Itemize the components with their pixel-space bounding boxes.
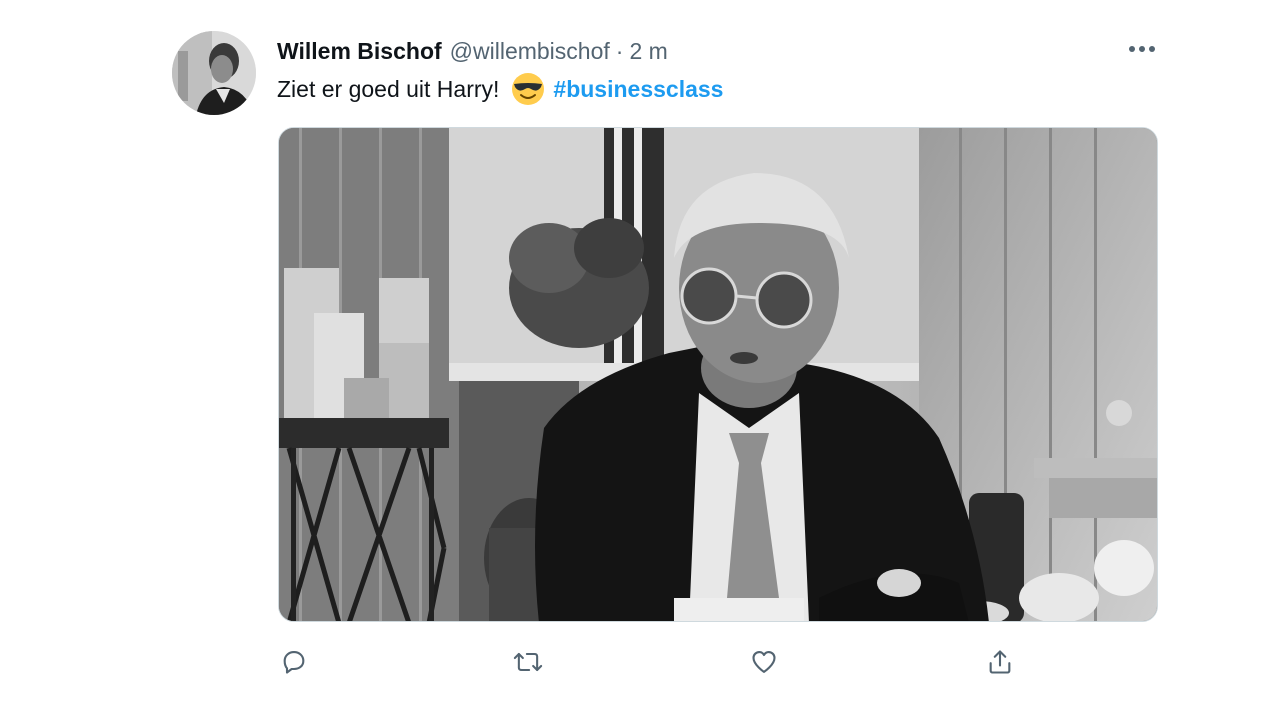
author-name[interactable]: Willem Bischof [277, 38, 442, 65]
more-options-button[interactable] [1122, 36, 1162, 62]
share-button[interactable] [984, 646, 1016, 678]
tweet-actions [278, 646, 1018, 678]
retweet-button[interactable] [512, 646, 544, 678]
like-button[interactable] [748, 646, 780, 678]
author-handle[interactable]: @willembischof [450, 38, 610, 65]
smiling-face-with-sunglasses-emoji-icon [511, 72, 545, 106]
tweet-text-body: Ziet er goed uit Harry! [277, 75, 500, 102]
tweet-header: Willem Bischof @willembischof · 2 m [277, 36, 668, 66]
retweet-icon [513, 652, 543, 672]
avatar[interactable] [172, 31, 256, 115]
heart-icon [752, 651, 776, 673]
reply-button[interactable] [278, 646, 310, 678]
hashtag-link[interactable]: #businessclass [553, 76, 723, 103]
tweet-timestamp[interactable]: 2 m [629, 38, 667, 65]
share-icon [989, 650, 1011, 674]
tweet[interactable]: Willem Bischof @willembischof · 2 m Ziet… [0, 0, 1280, 720]
tweet-photo[interactable] [278, 127, 1158, 622]
reply-icon [283, 651, 305, 674]
photo-image [279, 128, 1157, 621]
separator-dot: · [615, 37, 624, 64]
tweet-text: Ziet er goed uit Harry! #businessclass [277, 72, 723, 106]
avatar-image [172, 31, 256, 115]
more-horizontal-icon [1129, 46, 1155, 52]
